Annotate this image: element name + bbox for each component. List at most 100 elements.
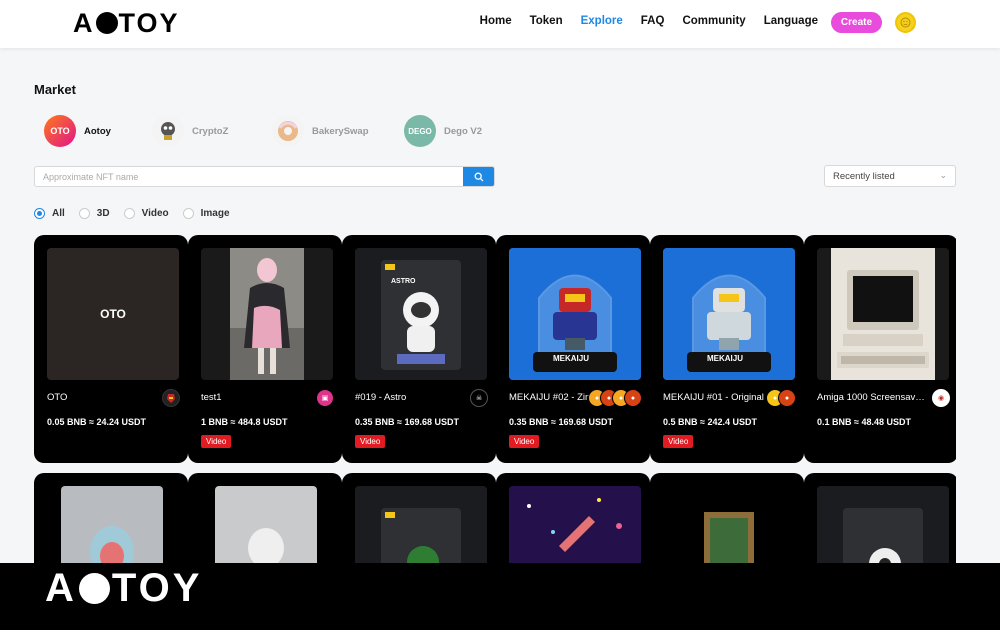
nft-card[interactable]: Amiga 1000 Screensaver... ◉ 0.1 BNB ≈ 48…	[804, 235, 956, 463]
footer-logo-letter-a: A	[45, 566, 77, 610]
nft-name: MEKAIJU #01 - Original	[663, 392, 764, 403]
radio-dot	[34, 208, 45, 219]
creator-avatars: ▣	[316, 389, 334, 407]
nav-language[interactable]: Language	[764, 15, 818, 27]
glass-figure-image	[90, 526, 134, 563]
video-tag: Video	[509, 435, 540, 448]
nft-grid: OTO OTO 0.05 BNB ≈ 24.24 USDT test1 ▣ 1 …	[34, 235, 956, 563]
nft-card[interactable]	[496, 473, 650, 563]
filter-label: Video	[141, 208, 169, 219]
nft-card[interactable]: ASTRO #019 - Astro ☠ 0.35 BNB ≈ 169.68 U…	[342, 235, 496, 463]
creator-avatar-icon: ▣	[316, 389, 334, 407]
nav-faq[interactable]: FAQ	[641, 15, 665, 27]
nft-card[interactable]: MEKAIJU MEKAIJU #01 - Original ● ● 0.5 B…	[650, 235, 804, 463]
creator-avatars: ☠	[470, 389, 488, 407]
nft-thumbnail	[817, 486, 949, 563]
nft-card[interactable]: test1 ▣ 1 BNB ≈ 484.8 USDT Video	[188, 235, 342, 463]
nav-explore[interactable]: Explore	[581, 15, 623, 27]
creator-avatars: ◉	[932, 389, 950, 407]
ironman-avatar-icon	[162, 389, 180, 407]
collection-selector: OTO Aotoy CryptoZ BakerySwap DEGO Dego V…	[44, 115, 524, 147]
spawn-toy-package-image	[381, 508, 461, 563]
cryptoz-skull-icon	[152, 115, 184, 147]
logo-dot-icon	[95, 12, 118, 34]
sort-select[interactable]: Recently listed ⌄	[824, 165, 956, 187]
space-battle-image	[509, 486, 641, 563]
smile-icon	[900, 17, 911, 28]
collection-label: BakerySwap	[312, 125, 369, 137]
creator-avatar-icon: ●	[778, 389, 796, 407]
footer-logo-dot-icon	[78, 572, 110, 604]
video-tag: Video	[663, 435, 694, 448]
logo-letters-toy: TOY	[118, 8, 180, 38]
filter-3d[interactable]: 3D	[78, 208, 110, 219]
search-button[interactable]	[463, 167, 494, 186]
thumb-label: MEKAIJU	[707, 354, 744, 363]
radio-dot	[123, 208, 135, 219]
collection-dego[interactable]: DEGO Dego V2	[404, 115, 482, 147]
nft-card[interactable]	[650, 473, 804, 563]
collection-label: CryptoZ	[192, 125, 229, 137]
nft-price: 0.35 BNB ≈ 169.68 USDT	[509, 417, 613, 427]
donut-icon	[272, 115, 304, 147]
filter-image[interactable]: Image	[182, 208, 230, 219]
collection-label: Dego V2	[444, 125, 483, 137]
creator-avatars: ● ● ● ●	[588, 389, 642, 407]
creator-avatars: ● ●	[766, 389, 796, 407]
page-title: Market	[34, 82, 76, 97]
search-input[interactable]	[35, 167, 465, 186]
aotoy-logo[interactable]: A TOY	[73, 9, 180, 37]
nft-thumbnail	[509, 486, 641, 563]
parasite-toy-package-image	[843, 508, 923, 563]
nft-name: Amiga 1000 Screensaver...	[817, 392, 927, 403]
nft-thumbnail	[663, 486, 795, 563]
video-tag: Video	[201, 435, 232, 448]
thumb-label: ASTRO	[391, 278, 416, 285]
radio-dot	[78, 208, 90, 219]
creator-avatar-icon: ◉	[932, 389, 950, 407]
nav-community[interactable]: Community	[682, 15, 745, 27]
media-filter: All 3D Video Image	[34, 208, 230, 219]
nft-thumbnail	[355, 486, 487, 563]
filter-label: Image	[200, 208, 230, 219]
collection-aotoy[interactable]: OTO Aotoy	[44, 115, 111, 147]
main-nav: Home Token Explore FAQ Community Languag…	[480, 15, 818, 27]
filter-all[interactable]: All	[34, 208, 65, 219]
nft-card[interactable]	[188, 473, 342, 563]
nft-card[interactable]: OTO OTO 0.05 BNB ≈ 24.24 USDT	[34, 235, 188, 463]
filter-label: All	[52, 208, 65, 219]
nft-thumbnail	[201, 248, 333, 380]
dego-collection-icon: DEGO	[404, 115, 436, 147]
nft-card[interactable]	[34, 473, 188, 563]
nav-token[interactable]: Token	[530, 15, 563, 27]
skull-avatar-icon: ☠	[470, 389, 488, 407]
nft-card[interactable]: MEKAIJU MEKAIJU #02 - Zinger ● ● ● ● 0.3…	[496, 235, 650, 463]
nft-price: 0.1 BNB ≈ 48.48 USDT	[817, 417, 911, 427]
nft-thumbnail	[61, 486, 163, 563]
nft-price: 1 BNB ≈ 484.8 USDT	[201, 417, 288, 427]
nft-name: test1	[201, 392, 222, 403]
nft-thumbnail: MEKAIJU	[663, 248, 795, 380]
top-header: A TOY Home Token Explore FAQ Community La…	[0, 0, 1000, 48]
oto-collection-icon: OTO	[44, 115, 76, 147]
creator-avatar-icon: ●	[624, 389, 642, 407]
nft-price: 0.35 BNB ≈ 169.68 USDT	[355, 417, 459, 427]
nft-card[interactable]	[342, 473, 496, 563]
collection-label: Aotoy	[84, 125, 111, 137]
radio-dot	[182, 208, 194, 219]
footer-logo-letters-toy: TOY	[111, 566, 203, 610]
create-button[interactable]: Create	[831, 12, 882, 33]
nft-thumbnail: OTO	[47, 248, 179, 380]
user-avatar[interactable]	[895, 12, 916, 33]
collection-bakeryswap[interactable]: BakerySwap	[272, 115, 369, 147]
nft-price: 0.05 BNB ≈ 24.24 USDT	[47, 417, 146, 427]
search-box	[34, 166, 495, 187]
filter-label: 3D	[96, 208, 110, 219]
thumb-label: OTO	[100, 307, 126, 321]
chevron-down-icon: ⌄	[939, 170, 947, 180]
nft-card[interactable]	[804, 473, 956, 563]
masked-figure-image	[230, 248, 304, 380]
nav-home[interactable]: Home	[480, 15, 512, 27]
collection-cryptoz[interactable]: CryptoZ	[152, 115, 228, 147]
filter-video[interactable]: Video	[123, 208, 169, 219]
